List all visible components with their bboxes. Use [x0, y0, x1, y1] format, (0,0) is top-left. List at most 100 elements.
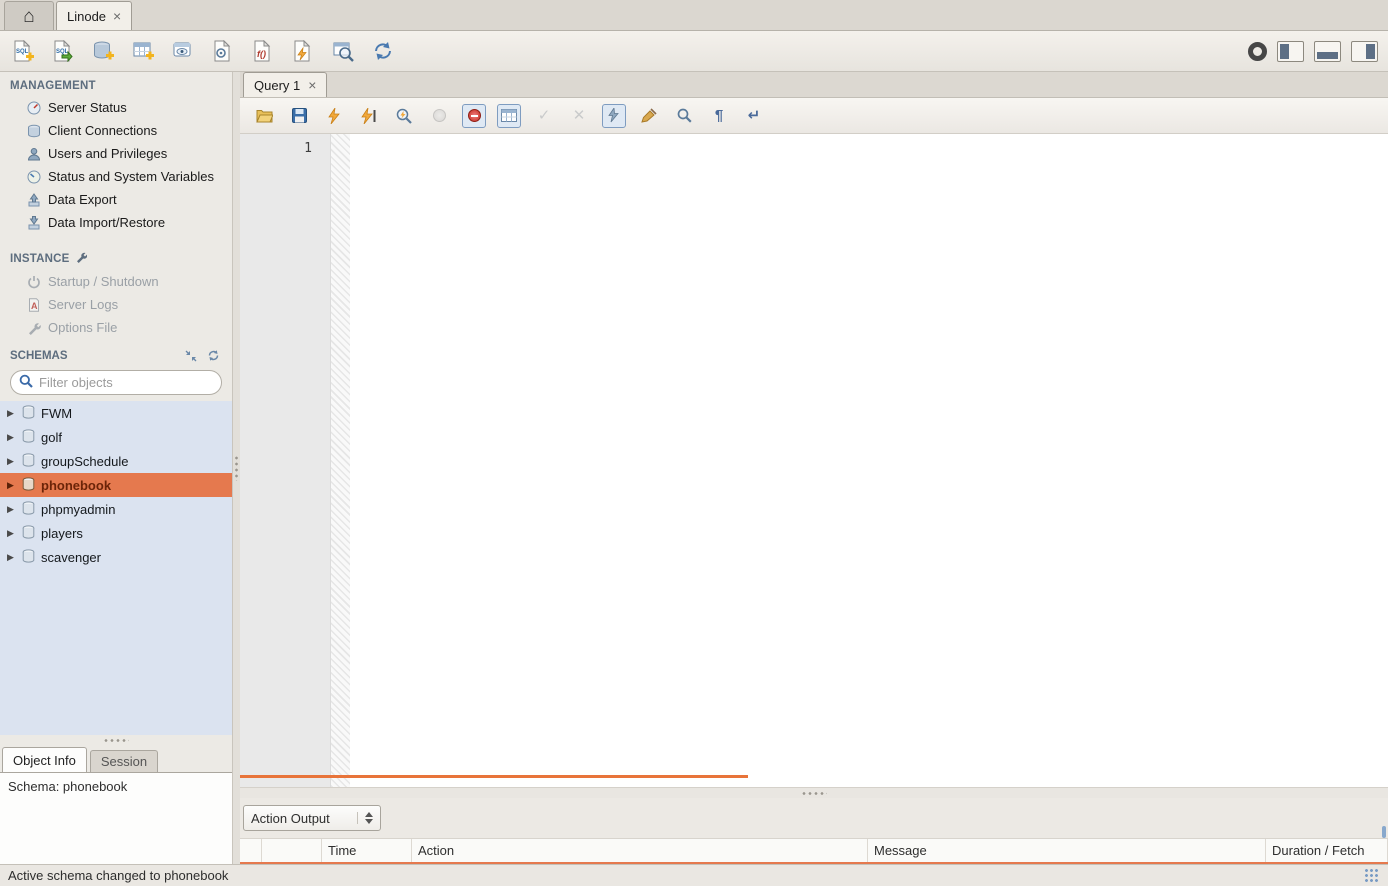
query-tab[interactable]: Query 1 × — [243, 72, 327, 97]
database-icon — [22, 501, 35, 518]
content-area: MANAGEMENT Server Status Client Connecti… — [0, 72, 1388, 864]
schema-row-groupschedule[interactable]: ▶ groupSchedule — [0, 449, 232, 473]
create-view-icon[interactable] — [170, 38, 196, 64]
expand-schemas-icon[interactable] — [185, 350, 197, 362]
database-icon — [22, 453, 35, 470]
reconnect-dbms-icon[interactable] — [370, 38, 396, 64]
open-script-icon[interactable] — [252, 104, 276, 128]
expander-icon[interactable]: ▶ — [7, 504, 16, 515]
schema-row-players[interactable]: ▶ players — [0, 521, 232, 545]
schema-row-phpmyadmin[interactable]: ▶ phpmyadmin — [0, 497, 232, 521]
limit-rows-icon[interactable] — [497, 104, 521, 128]
clear-query-icon[interactable] — [637, 104, 661, 128]
connection-tab-label: Linode — [67, 9, 106, 24]
create-table-icon[interactable] — [130, 38, 156, 64]
toggle-autocommit-icon[interactable] — [602, 104, 626, 128]
toggle-stop-on-error-icon[interactable] — [462, 104, 486, 128]
client-connections-icon — [26, 123, 41, 138]
database-icon — [22, 429, 35, 446]
sidebar-item-system-variables[interactable]: Status and System Variables — [0, 165, 232, 188]
output-selector[interactable]: Action Output — [243, 805, 381, 831]
sidebar-item-client-connections[interactable]: Client Connections — [0, 119, 232, 142]
close-icon[interactable]: × — [113, 9, 121, 23]
create-function-icon[interactable]: f() — [250, 38, 276, 64]
sidebar-item-users-privileges[interactable]: Users and Privileges — [0, 142, 232, 165]
home-icon: ⌂ — [23, 7, 34, 26]
toolbar-right-group — [1248, 41, 1378, 62]
output-splitter[interactable] — [240, 787, 1388, 798]
output-col-message[interactable]: Message — [868, 839, 1266, 862]
options-file-icon — [26, 320, 41, 335]
object-info-panel: Schema: phonebook — [0, 772, 232, 864]
expander-icon[interactable]: ▶ — [7, 408, 16, 419]
tab-session[interactable]: Session — [90, 750, 158, 772]
execute-all-icon[interactable] — [322, 104, 346, 128]
schema-filter — [10, 370, 222, 395]
create-trigger-icon[interactable] — [290, 38, 316, 64]
search-table-data-icon[interactable] — [330, 38, 356, 64]
svg-text:A: A — [31, 301, 38, 311]
status-text: Active schema changed to phonebook — [8, 868, 228, 883]
filter-objects-input[interactable] — [39, 375, 215, 390]
resize-grip[interactable] — [1364, 868, 1380, 884]
sidebar-item-server-status[interactable]: Server Status — [0, 96, 232, 119]
output-panel: Action Output Time Action Message Durati… — [240, 798, 1388, 864]
sidebar-item-options-file[interactable]: Options File — [0, 316, 232, 339]
tab-object-info[interactable]: Object Info — [2, 747, 87, 772]
output-col-action[interactable]: Action — [412, 839, 868, 862]
invisible-chars-icon[interactable]: ¶ — [707, 104, 731, 128]
sql-editor[interactable] — [350, 134, 1388, 787]
editor-hscrollbar[interactable] — [240, 775, 748, 778]
refresh-schemas-icon[interactable] — [207, 349, 220, 362]
toggle-right-panel-icon[interactable] — [1351, 41, 1378, 62]
sidebar-splitter[interactable] — [233, 72, 240, 864]
sidebar-item-startup-shutdown[interactable]: Startup / Shutdown — [0, 270, 232, 293]
sidebar-item-data-import[interactable]: Data Import/Restore — [0, 211, 232, 234]
wrap-text-icon[interactable]: ↵ — [742, 104, 766, 128]
updates-ring-icon[interactable] — [1248, 42, 1267, 61]
home-tab[interactable]: ⌂ — [4, 1, 54, 30]
toggle-bottom-panel-icon[interactable] — [1314, 41, 1341, 62]
commit-icon: ✓ — [532, 104, 556, 128]
toggle-left-panel-icon[interactable] — [1277, 41, 1304, 62]
close-icon[interactable]: × — [308, 78, 316, 92]
schema-row-phonebook[interactable]: ▶ phonebook — [0, 473, 232, 497]
explain-icon[interactable] — [392, 104, 416, 128]
output-col-icon — [240, 839, 262, 862]
sidebar-item-data-export[interactable]: Data Export — [0, 188, 232, 211]
expander-icon[interactable]: ▶ — [7, 456, 16, 467]
output-vscrollbar[interactable] — [1382, 826, 1386, 838]
query-tab-strip: Query 1 × — [240, 72, 1388, 98]
new-sql-tab-icon[interactable]: SQL — [10, 38, 36, 64]
find-icon[interactable] — [672, 104, 696, 128]
search-icon — [19, 374, 33, 391]
line-number-gutter: 1 — [240, 134, 331, 787]
expander-icon[interactable]: ▶ — [7, 480, 16, 491]
create-schema-icon[interactable] — [90, 38, 116, 64]
schema-row-fwm[interactable]: ▶ FWM — [0, 401, 232, 425]
sidebar-bottom-splitter[interactable] — [0, 735, 232, 746]
stop-execution-icon — [427, 104, 451, 128]
output-col-time[interactable]: Time — [322, 839, 412, 862]
database-icon — [22, 477, 35, 494]
line-number: 1 — [304, 141, 312, 156]
sidebar-item-server-logs[interactable]: A Server Logs — [0, 293, 232, 316]
open-sql-script-icon[interactable]: SQL — [50, 38, 76, 64]
management-section-title: MANAGEMENT — [0, 72, 232, 96]
schema-row-scavenger[interactable]: ▶ scavenger — [0, 545, 232, 569]
database-icon — [22, 525, 35, 542]
schema-list: ▶ FWM ▶ golf ▶ groupSchedule ▶ p — [0, 401, 232, 735]
editor-toolbar: ✓ ✕ ¶ ↵ — [240, 98, 1388, 134]
create-procedure-icon[interactable] — [210, 38, 236, 64]
save-script-icon[interactable] — [287, 104, 311, 128]
expander-icon[interactable]: ▶ — [7, 552, 16, 563]
expander-icon[interactable]: ▶ — [7, 432, 16, 443]
query-tab-label: Query 1 — [254, 78, 300, 93]
output-col-index — [262, 839, 322, 862]
schema-row-golf[interactable]: ▶ golf — [0, 425, 232, 449]
expander-icon[interactable]: ▶ — [7, 528, 16, 539]
output-col-duration[interactable]: Duration / Fetch — [1266, 839, 1388, 862]
sidebar: MANAGEMENT Server Status Client Connecti… — [0, 72, 233, 864]
connection-tab[interactable]: Linode × — [56, 1, 132, 30]
execute-current-icon[interactable] — [357, 104, 381, 128]
